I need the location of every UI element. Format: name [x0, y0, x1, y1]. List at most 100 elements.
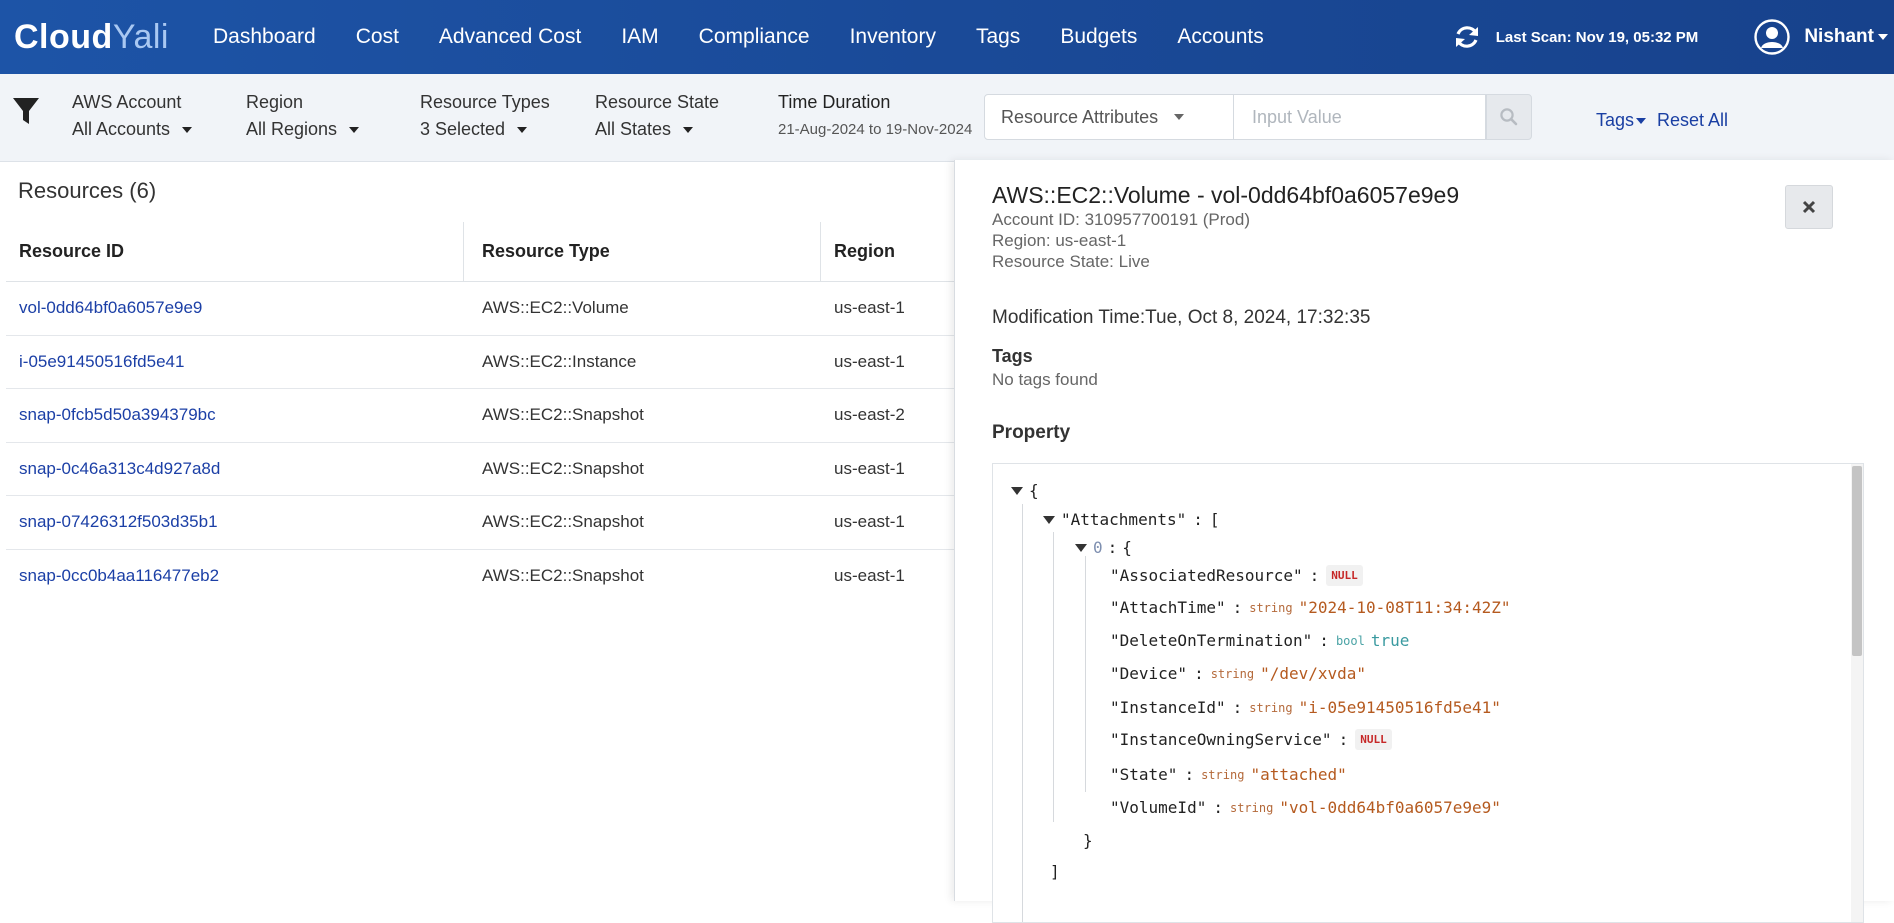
json-type: string — [1229, 800, 1274, 815]
nav-budgets[interactable]: Budgets — [1040, 25, 1157, 49]
json-key: "VolumeId" — [1110, 798, 1207, 817]
json-index-line[interactable]: 0:{ — [1075, 538, 1132, 557]
refresh-icon[interactable] — [1452, 22, 1482, 52]
detail-title: AWS::EC2::Volume - vol-0dd64bf0a6057e9e9 — [992, 182, 1460, 208]
collapse-triangle-icon[interactable] — [1075, 543, 1087, 552]
close-icon — [1802, 200, 1816, 214]
time-duration-label: Time Duration — [778, 92, 891, 112]
json-bracket: [ — [1209, 510, 1220, 529]
resource-type-cell: AWS::EC2::Snapshot — [482, 405, 644, 425]
nav-compliance[interactable]: Compliance — [679, 25, 830, 49]
tags-filter-link[interactable]: Tags — [1596, 110, 1647, 131]
resource-type-cell: AWS::EC2::Snapshot — [482, 566, 644, 586]
json-key: "InstanceOwningService" — [1110, 730, 1332, 749]
resources-table: Resource ID Resource Type Region vol-0dd… — [6, 222, 1006, 603]
detail-tags-heading: Tags — [992, 346, 1033, 366]
collapse-triangle-icon[interactable] — [1043, 515, 1055, 524]
region-value: All Regions — [246, 119, 338, 139]
time-duration-value[interactable]: 21-Aug-2024 to 19-Nov-2024 — [778, 121, 972, 138]
resources-title: Resources (6) — [18, 178, 157, 203]
nav-accounts[interactable]: Accounts — [1157, 25, 1283, 49]
resource-id-link[interactable]: i-05e91450516fd5e41 — [6, 352, 464, 372]
table-row[interactable]: snap-0cc0b4aa116477eb2 AWS::EC2::Snapsho… — [6, 550, 1006, 604]
json-indent-guide — [1085, 556, 1086, 792]
column-header-resource-type[interactable]: Resource Type — [464, 222, 821, 281]
json-string-value: "2024-10-08T11:34:42Z" — [1298, 598, 1511, 617]
logo-text-yali: Yali — [112, 17, 169, 56]
json-field-line: "InstanceOwningService": NULL — [1110, 729, 1392, 750]
resource-state-filter[interactable]: Resource State All States — [595, 92, 719, 140]
app-logo[interactable]: CloudYali — [14, 18, 169, 57]
chevron-down-icon — [1636, 117, 1647, 124]
filter-icon[interactable] — [12, 96, 40, 126]
resource-types-filter[interactable]: Resource Types 3 Selected — [420, 92, 550, 140]
json-field-line: "DeleteOnTermination": bool true — [1110, 631, 1410, 650]
nav-iam[interactable]: IAM — [601, 25, 678, 49]
region-filter[interactable]: Region All Regions — [246, 92, 360, 140]
json-null-value: NULL — [1355, 729, 1392, 750]
json-brace: { — [1122, 538, 1132, 557]
column-header-resource-id[interactable]: Resource ID — [6, 222, 464, 281]
nav-cost[interactable]: Cost — [336, 25, 419, 49]
json-string-value: "attached" — [1250, 765, 1347, 784]
nav-inventory[interactable]: Inventory — [830, 25, 956, 49]
table-row[interactable]: vol-0dd64bf0a6057e9e9 AWS::EC2::Volume u… — [6, 282, 1006, 336]
json-field-line: "State": string "attached" — [1110, 765, 1347, 784]
resource-state-value: All States — [595, 119, 672, 139]
json-brace: { — [1029, 481, 1039, 500]
json-close-bracket: ] — [1050, 862, 1060, 881]
collapse-triangle-icon[interactable] — [1011, 486, 1023, 495]
search-button[interactable] — [1486, 94, 1532, 140]
resource-types-label: Resource Types — [420, 92, 550, 112]
detail-modification-time: Modification Time:Tue, Oct 8, 2024, 17:3… — [992, 307, 1371, 328]
chevron-down-icon[interactable] — [1878, 34, 1888, 40]
resource-id-link[interactable]: snap-0cc0b4aa116477eb2 — [6, 566, 464, 586]
reset-all-link[interactable]: Reset All — [1657, 110, 1728, 131]
json-key: "State" — [1110, 765, 1178, 784]
resource-id-link[interactable]: snap-0c46a313c4d927a8d — [6, 459, 464, 479]
table-row[interactable]: i-05e91450516fd5e41 AWS::EC2::Instance u… — [6, 336, 1006, 389]
resource-state-dropdown[interactable]: All States — [595, 119, 719, 140]
resource-detail-panel: AWS::EC2::Volume - vol-0dd64bf0a6057e9e9… — [954, 160, 1894, 923]
nav-dashboard[interactable]: Dashboard — [193, 25, 336, 49]
resource-id-link[interactable]: snap-0fcb5d50a394379bc — [6, 405, 464, 425]
json-key: "AttachTime" — [1110, 598, 1226, 617]
json-scroll-thumb[interactable] — [1852, 466, 1862, 656]
json-field-line: "VolumeId": string "vol-0dd64bf0a6057e9e9" — [1110, 798, 1501, 817]
attribute-value-input[interactable] — [1234, 94, 1486, 140]
table-row[interactable]: snap-0c46a313c4d927a8d AWS::EC2::Snapsho… — [6, 443, 1006, 496]
json-string-value: "vol-0dd64bf0a6057e9e9" — [1279, 798, 1501, 817]
nav-tags[interactable]: Tags — [956, 25, 1040, 49]
aws-account-dropdown[interactable]: All Accounts — [72, 119, 193, 140]
resource-types-dropdown[interactable]: 3 Selected — [420, 119, 550, 140]
aws-account-filter[interactable]: AWS Account All Accounts — [72, 92, 193, 140]
resource-type-cell: AWS::EC2::Volume — [482, 298, 629, 318]
nav-advanced-cost[interactable]: Advanced Cost — [419, 25, 601, 49]
json-root-line[interactable]: { — [1011, 481, 1039, 500]
json-field-line: "Device": string "/dev/xvda" — [1110, 664, 1367, 683]
json-indent-guide — [1022, 504, 1023, 922]
resource-attributes-label: Resource Attributes — [1001, 106, 1159, 127]
table-row[interactable]: snap-0fcb5d50a394379bc AWS::EC2::Snapsho… — [6, 389, 1006, 443]
table-header: Resource ID Resource Type Region — [6, 222, 1006, 282]
user-avatar-icon[interactable] — [1754, 19, 1791, 55]
json-type: string — [1249, 600, 1293, 615]
resource-id-link[interactable]: vol-0dd64bf0a6057e9e9 — [6, 298, 464, 318]
chevron-down-icon — [517, 126, 528, 133]
resource-id-link[interactable]: snap-07426312f503d35b1 — [6, 512, 464, 532]
resource-attributes-select[interactable]: Resource Attributes — [984, 94, 1234, 140]
json-attachments-line[interactable]: "Attachments":[ — [1043, 510, 1220, 529]
search-icon — [1500, 108, 1518, 126]
table-row[interactable]: snap-07426312f503d35b1 AWS::EC2::Snapsho… — [6, 496, 1006, 550]
detail-region: Region: us-east-1 — [992, 231, 1127, 250]
json-null-value: NULL — [1326, 565, 1363, 586]
detail-account-id: Account ID: 310957700191 (Prod) — [992, 210, 1251, 229]
json-scrollbar[interactable] — [1851, 464, 1863, 922]
close-panel-button[interactable] — [1785, 185, 1833, 229]
time-duration-filter[interactable]: Time Duration 21-Aug-2024 to 19-Nov-2024 — [778, 92, 972, 138]
property-json-viewer[interactable]: { "Attachments":[ 0:{ "AssociatedResourc… — [992, 463, 1864, 923]
region-label: Region — [246, 92, 304, 112]
user-name[interactable]: Nishant — [1804, 26, 1874, 48]
json-bool-value: true — [1370, 631, 1410, 650]
region-dropdown[interactable]: All Regions — [246, 119, 360, 140]
